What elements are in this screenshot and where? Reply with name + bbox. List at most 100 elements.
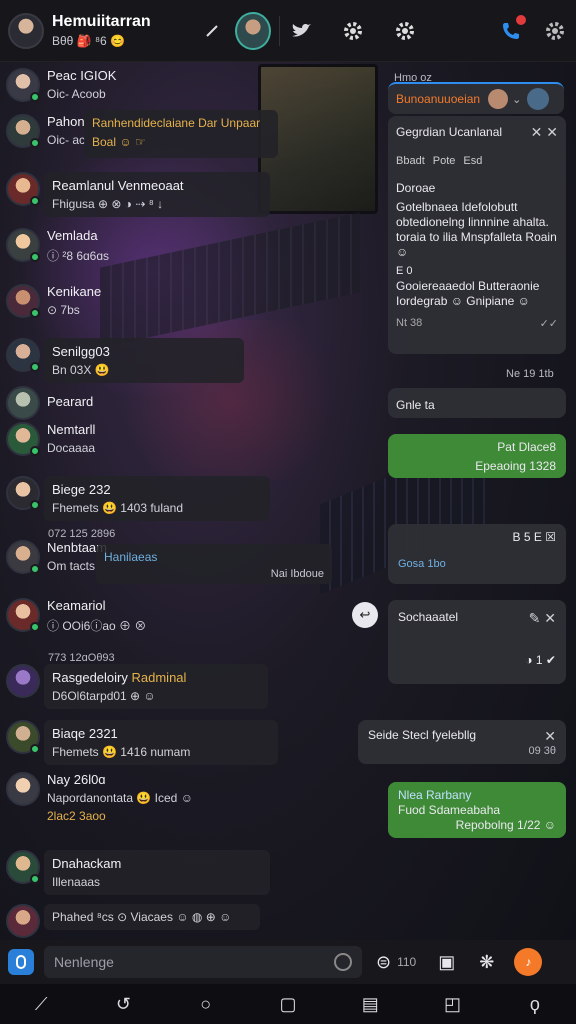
chat-row[interactable]: Nemtarll Docaaaa [6, 422, 95, 456]
avatar [6, 284, 40, 318]
close-icon[interactable]: ✕ ✕ [531, 124, 558, 141]
message-card[interactable]: Gnle ta [388, 388, 566, 418]
chat-preview: ⊙ 7bs [47, 303, 80, 317]
avatar [6, 664, 40, 698]
chat-name: Phahed [52, 910, 94, 924]
send-button[interactable]: ♪ [514, 948, 543, 976]
chat-preview: Illenaaas [52, 875, 101, 889]
chat-preview: Oic- ac [47, 133, 86, 147]
popup-body: Gotelbnaea Idefolobutt obtedionelng linn… [396, 200, 557, 259]
settings-icon[interactable] [542, 17, 568, 45]
refresh-icon[interactable]: ↺ [108, 994, 138, 1015]
message-text: Ranhendideclaiane Dar Unpaar [92, 116, 261, 130]
card-title: Bunoanuuoeian [396, 92, 481, 106]
bird-icon[interactable] [288, 17, 314, 45]
attach-icon[interactable] [8, 949, 34, 975]
home-icon[interactable]: ○ [191, 994, 221, 1015]
phone-icon[interactable] [498, 14, 526, 45]
message-bubble[interactable]: Ranhendideclaiane Dar Unpaar Boal ☺ ☞ [84, 110, 278, 158]
tag[interactable]: Bbadt [396, 155, 425, 167]
close-icon[interactable]: ✎ ✕ [529, 610, 556, 627]
close-icon[interactable]: ✕ [544, 728, 556, 745]
avatar [6, 172, 40, 206]
tag[interactable]: Pote [433, 155, 456, 167]
message-text: Nlea Rarbany [398, 788, 472, 802]
avatar [6, 114, 40, 148]
message-text: Pat Dlace8 [497, 440, 556, 454]
message-card[interactable]: Sochaaatel ✎ ✕ ◑ 1 ✔ [388, 600, 566, 684]
avatar [6, 422, 40, 456]
chat-row[interactable]: Biege 232 Fhemets 😃 1403 fuland [6, 476, 270, 521]
emoji-icon[interactable] [334, 953, 352, 971]
chat-row[interactable]: Biaqe 2321 Fhemets 😃 1416 numam [6, 720, 278, 765]
chat-name: Pahon [47, 114, 85, 129]
sticker-icon[interactable]: ⊜ [376, 952, 391, 973]
chat-row[interactable]: Rasgedeloiry Radminal D6Ol6tarpd01 ⊕ ☺ [6, 664, 268, 709]
outgoing-message[interactable]: Pat Dlace8 Epeaoing 1328 [388, 434, 566, 478]
read-check-icon: ✓✓ [539, 318, 558, 330]
chat-name: Nay 26l0ɑ [47, 772, 106, 787]
camera-icon[interactable]: ▣ [438, 952, 455, 973]
chat-preview: ⓘ ²8 6ɑ6ɑs [47, 249, 110, 263]
message-time: Nai Ibdoue [270, 568, 324, 580]
chat-row[interactable]: Dnahackam Illenaaas [6, 850, 270, 895]
message-card[interactable]: Seide Stecl fyelebllg ✕ 09 3θ [358, 720, 566, 764]
message-time: Gosa 1bo [398, 558, 446, 570]
message-text: Seide Stecl fyelebllg [368, 728, 477, 742]
recent-icon[interactable]: ▤ [355, 994, 385, 1015]
chat-preview: D6Ol6tarpd01 ⊕ ☺ [52, 689, 156, 703]
outgoing-message[interactable]: Nlea Rarbany Fuod Sdameabaha Repobolng 1… [388, 782, 566, 838]
chat-row[interactable]: Pahon Oic- ac [6, 114, 85, 148]
screenshot-icon[interactable]: ◰ [438, 994, 468, 1015]
chat-row[interactable]: Peac IGIOK Oic- Acoob [6, 68, 116, 102]
app-title: Hemuiitarran [52, 13, 151, 30]
back-icon[interactable]: ⟋ [26, 994, 56, 1015]
chat-name: Biege 232 [52, 482, 111, 497]
chat-name: Nemtarll [47, 422, 96, 437]
chat-preview: Docaaaa [47, 441, 96, 455]
avatar [6, 386, 40, 420]
conversation-card[interactable]: Bunoanuuoeian ⌄ [388, 82, 564, 114]
chat-name: Keamariol [47, 598, 106, 613]
popup-panel[interactable]: Gegrdian Ucanlanal ✕ ✕ Bbadt Pote Esd Do… [388, 116, 566, 354]
message-input[interactable]: Nenlenge [44, 946, 362, 978]
system-navbar: ⟋ ↺ ○ ▢ ▤ ◰ ϙ [0, 984, 576, 1024]
gallery-icon[interactable]: ❋ [479, 952, 494, 973]
popup-title: Gegrdian Ucanlanal [396, 125, 503, 139]
gear-icon[interactable] [340, 17, 366, 45]
chat-row[interactable]: Keamariol ⓘ OOi6ⓘao ⊕ ⊗ [6, 598, 146, 634]
contact-avatar[interactable] [235, 11, 271, 50]
chat-row[interactable]: Nay 26l0ɑ Napordanontata 😃 Iced ☺ 2lac2 … [6, 772, 193, 823]
chat-row[interactable]: Senilgg03 Bn 03X 😃 [6, 338, 244, 383]
square-icon[interactable]: ▢ [273, 994, 303, 1015]
message-title: Sochaaatel [398, 610, 459, 624]
chat-row[interactable]: Kenikane ⊙ 7bs [6, 284, 101, 318]
app-subtitle: Bθθ 🎒 ⁸6 😊 [52, 34, 125, 48]
chat-name: Reamlanul Venmeoaat [52, 178, 184, 193]
chat-row[interactable]: Pearard [6, 386, 93, 420]
reply-icon[interactable]: ↩ [352, 602, 378, 628]
message-bubble[interactable]: Hanilaeas Nai Ibdoue [96, 544, 332, 584]
assist-icon[interactable]: ϙ [520, 994, 550, 1015]
edit-icon[interactable] [199, 17, 225, 45]
avatar [6, 476, 40, 510]
chat-row[interactable]: Nenbtaam Om tacts [6, 540, 107, 574]
chat-row[interactable]: Reamlanul Venmeoaat Fhigusa ⊕ ⊗ ◑ ⇢ ⁸ ↓ [6, 172, 270, 217]
avatar [6, 68, 40, 102]
chat-preview: Napordanontata 😃 Iced ☺ [47, 791, 193, 805]
chat-preview: Fhemets 😃 1416 numam [52, 745, 191, 759]
tag[interactable]: Esd [463, 155, 482, 167]
popup-body-2: Gooiereaaedol Butteraonie Iordegrab ☺ Gn… [396, 279, 540, 308]
input-placeholder: Nenlenge [54, 954, 114, 970]
chat-name: Rasgedeloiry [52, 670, 128, 685]
profile-avatar[interactable] [8, 12, 44, 49]
chat-tag: Radminal [131, 670, 187, 685]
gear-icon-2[interactable] [392, 17, 418, 45]
chat-preview: ⁸cs ⊙ Viacaes ☺ ◍ ⊕ ☺ [96, 910, 232, 924]
message-card[interactable]: B 5 E ☒ Gosa 1bo [388, 524, 566, 584]
chat-row[interactable]: Phahed ⁸cs ⊙ Viacaes ☺ ◍ ⊕ ☺ [6, 904, 260, 938]
chat-row[interactable]: Vemlada ⓘ ²8 6ɑ6ɑs [6, 228, 109, 264]
chat-name: Biaqe 2321 [52, 726, 118, 741]
chat-preview: ⓘ OOi6ⓘao ⊕ ⊗ [47, 619, 147, 633]
avatar [6, 598, 40, 632]
